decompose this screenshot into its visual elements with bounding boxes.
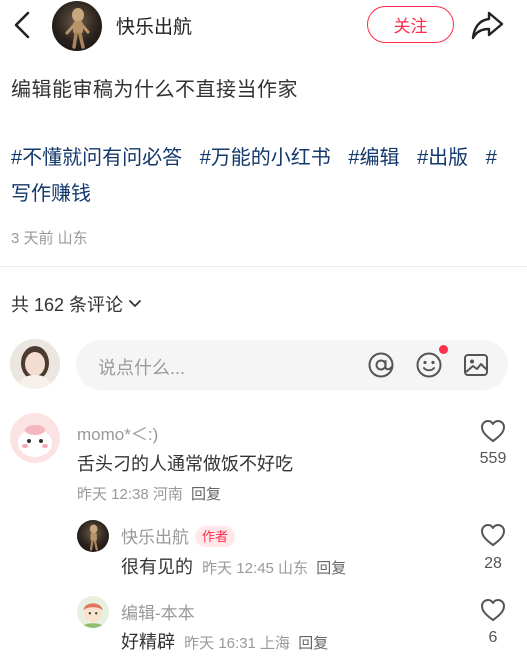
comment-input-placeholder: 说点什么...	[98, 358, 186, 378]
reply-button[interactable]: 回复	[316, 560, 346, 577]
comment-input[interactable]: 说点什么...	[76, 340, 508, 390]
replier-name[interactable]: 编辑-本本	[121, 599, 195, 624]
chevron-down-icon	[129, 300, 141, 307]
comment-count-sort[interactable]: 共 162 条评论	[11, 291, 142, 317]
share-arrow-icon	[471, 11, 504, 40]
reply-line: 好精辟 昨天 16:31 上海 回复	[121, 628, 328, 654]
reply-text[interactable]: 很有见的	[121, 557, 193, 577]
reply-time-location: 昨天 12:45 山东	[202, 560, 309, 577]
author-name[interactable]: 快乐出航	[116, 12, 192, 39]
reply-button[interactable]: 回复	[298, 635, 328, 652]
author-avatar[interactable]	[52, 1, 102, 51]
commenter-name[interactable]: momo*＜:)	[77, 420, 158, 445]
divider	[0, 266, 527, 267]
tag-list: #不懂就问有问必答 #万能的小红书 #编辑 #出版 #写作赚钱	[11, 140, 511, 212]
note-title: 编辑能审稿为什么不直接当作家	[11, 79, 298, 101]
heart-icon[interactable]	[480, 419, 506, 443]
my-avatar	[10, 339, 60, 389]
tag-link[interactable]: #出版	[417, 147, 468, 169]
comment-meta: 昨天 12:38 河南 回复	[77, 483, 221, 504]
commenter-avatar[interactable]	[10, 413, 60, 463]
notification-dot	[439, 345, 448, 354]
reply-text[interactable]: 好精辟	[121, 632, 175, 652]
follow-button[interactable]: 关注	[367, 6, 454, 43]
comment-time-location: 昨天 12:38 河南	[77, 486, 183, 503]
heart-icon[interactable]	[480, 523, 506, 547]
replier-avatar[interactable]	[77, 520, 109, 552]
reply-line: 很有见的 昨天 12:45 山东 回复	[121, 553, 346, 579]
like-count: 6	[488, 629, 498, 646]
back-button[interactable]	[10, 10, 36, 40]
top-bar: 快乐出航 关注	[0, 0, 527, 52]
like-count: 559	[479, 450, 507, 467]
at-icon[interactable]	[367, 351, 395, 379]
tag-link[interactable]: #万能的小红书	[200, 147, 331, 169]
replier-name[interactable]: 快乐出航 作者	[121, 523, 236, 548]
tag-link[interactable]: #不懂就问有问必答	[11, 147, 182, 169]
share-button[interactable]	[470, 8, 506, 42]
tag-link[interactable]: #编辑	[348, 147, 399, 169]
emoji-icon[interactable]	[415, 351, 443, 379]
like-count: 28	[484, 555, 502, 572]
replier-name-text: 快乐出航	[121, 528, 189, 547]
comment-text[interactable]: 舌头刁的人通常做饭不好吃	[77, 450, 293, 476]
reply-button[interactable]: 回复	[191, 486, 221, 503]
replier-avatar[interactable]	[77, 596, 109, 628]
image-icon[interactable]	[462, 351, 490, 379]
author-badge: 作者	[195, 526, 236, 547]
reply-time-location: 昨天 16:31 上海	[184, 635, 291, 652]
comment-count-label: 共 162 条评论	[11, 295, 124, 315]
heart-icon[interactable]	[480, 598, 506, 622]
note-meta: 3 天前 山东	[11, 230, 88, 247]
chevron-left-icon	[14, 11, 30, 39]
